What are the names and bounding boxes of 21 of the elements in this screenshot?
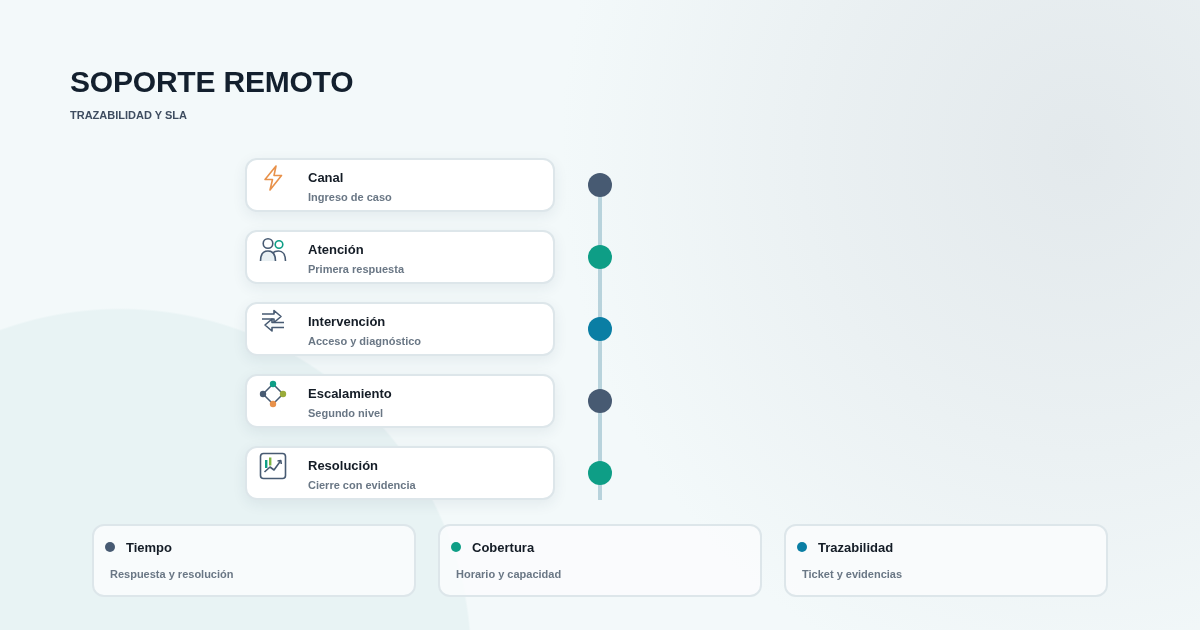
page-title: SOPORTE REMOTO xyxy=(70,64,355,100)
people-icon xyxy=(259,236,287,264)
page-subtitle: TRAZABILIDAD Y SLA xyxy=(70,108,188,122)
step-subtitle: Acceso y diagnóstico xyxy=(308,334,422,348)
step-subtitle: Cierre con evidencia xyxy=(308,478,416,492)
chart-icon xyxy=(259,452,287,480)
step-title: Resolución xyxy=(308,458,380,474)
info-title: Cobertura xyxy=(472,540,535,556)
info-subtitle: Respuesta y resolución xyxy=(110,567,235,581)
step-title: Escalamiento xyxy=(308,386,392,402)
info-subtitle: Ticket y evidencias xyxy=(802,567,904,581)
step-title: Intervención xyxy=(308,314,387,330)
step-subtitle: Primera respuesta xyxy=(308,262,404,276)
step-subtitle: Segundo nivel xyxy=(308,406,385,420)
info-title: Tiempo xyxy=(126,540,172,556)
info-subtitle: Horario y capacidad xyxy=(456,567,563,581)
step-subtitle: Ingreso de caso xyxy=(308,190,392,204)
step-title: Canal xyxy=(308,170,345,186)
step-title: Atención xyxy=(308,242,365,258)
network-icon xyxy=(259,380,287,408)
info-title: Trazabilidad xyxy=(818,540,894,556)
